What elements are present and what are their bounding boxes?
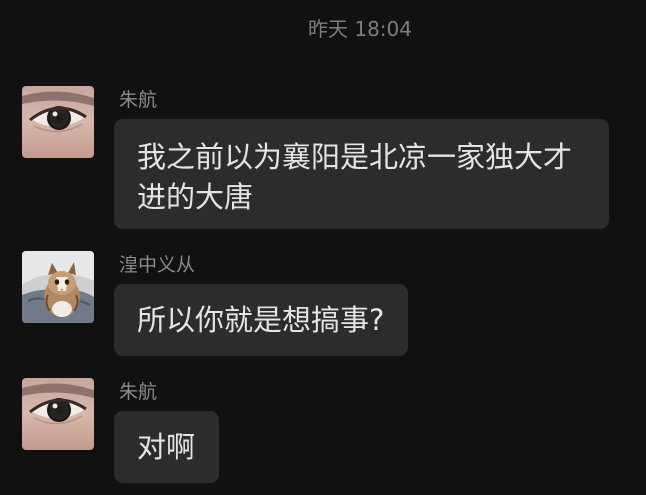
eye-avatar-icon[interactable] — [22, 378, 94, 450]
message-bubble[interactable]: 所以你就是想搞事? — [114, 284, 409, 356]
sender-name: 朱航 — [119, 381, 158, 403]
eye-avatar-icon[interactable] — [22, 86, 94, 158]
sender-name: 湟中义从 — [119, 254, 196, 276]
cat-avatar-icon[interactable] — [22, 251, 94, 323]
timestamp: 昨天 18:04 — [308, 17, 412, 41]
sender-name: 朱航 — [119, 89, 158, 111]
message-bubble[interactable]: 对啊 — [114, 411, 220, 483]
message-bubble[interactable]: 我之前以为襄阳是北凉一家独大才进的大唐 — [114, 119, 609, 229]
